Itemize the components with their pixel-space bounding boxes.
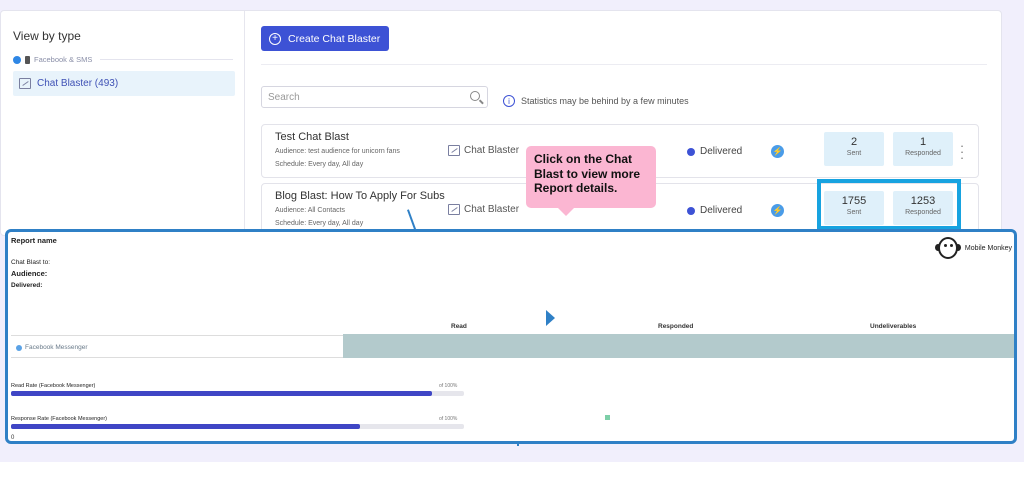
messenger-icon: ⚡ <box>771 145 784 158</box>
report-row-divider <box>11 357 343 358</box>
messenger-icon <box>16 344 22 351</box>
phone-icon <box>25 55 30 64</box>
monkey-eye-left <box>943 244 947 247</box>
column-header-undeliverables: Undeliverables <box>870 323 917 330</box>
blast-type-label: Chat Blaster <box>464 204 520 215</box>
read-rate-bar <box>11 391 464 396</box>
info-icon: i <box>503 95 515 107</box>
callout-tail <box>558 208 574 216</box>
sidebar-item-label: Chat Blaster (493) <box>37 78 119 89</box>
brand-logo: Mobile Monkey <box>934 235 1012 261</box>
sidebar-title: View by type <box>13 29 81 43</box>
statistics-notice-text: Statistics may be behind by a few minute… <box>521 96 689 106</box>
blast-type: Chat Blaster <box>448 145 519 156</box>
messenger-icon <box>13 55 21 64</box>
status-dot-icon <box>687 206 695 215</box>
blast-title: Test Chat Blast <box>275 131 349 143</box>
sidebar: View by type Facebook & SMS Chat Blaster… <box>1 11 245 237</box>
response-rate-of: of 100% <box>439 416 458 422</box>
blast-type: Chat Blaster <box>448 204 519 215</box>
search-input[interactable]: Search <box>261 86 488 108</box>
status-label: Delivered <box>700 146 743 157</box>
plus-circle-icon: + <box>269 32 281 45</box>
sent-label: Sent <box>846 150 862 157</box>
search-placeholder: Search <box>268 91 300 103</box>
chat-blaster-icon <box>19 78 31 89</box>
blast-status: Delivered <box>687 205 742 216</box>
responded-count: 1 <box>919 136 927 148</box>
blast-audience: Audience: test audience for unicorn fans <box>275 148 400 155</box>
blast-status: Delivered <box>687 146 742 157</box>
report-panel: Report name Chat Blast to: Audience: Del… <box>5 229 1017 444</box>
report-name-label: Report name <box>11 236 57 245</box>
report-footer-value: 0 <box>11 435 15 441</box>
chat-blaster-icon <box>448 204 460 215</box>
report-row-divider <box>11 335 343 336</box>
response-rate-bar-fill <box>11 424 360 429</box>
response-rate-bar <box>11 424 464 429</box>
chat-blaster-icon <box>448 145 460 156</box>
annotation-callout: Click on the Chat Blast to view more Rep… <box>526 146 656 208</box>
create-button-label: Create Chat Blaster <box>288 32 381 45</box>
blast-schedule: Schedule: Every day, All day <box>275 220 364 227</box>
more-options-icon[interactable]: · · · <box>959 139 965 164</box>
brand-name: Mobile Monkey <box>964 244 1012 252</box>
messenger-icon: ⚡ <box>771 204 784 217</box>
blast-type-label: Chat Blaster <box>464 145 520 156</box>
statistics-notice: i Statistics may be behind by a few minu… <box>503 95 689 107</box>
column-header-read: Read <box>451 323 467 330</box>
search-icon[interactable] <box>470 91 480 101</box>
sent-count: 2 <box>850 136 858 148</box>
status-label: Delivered <box>700 205 743 216</box>
report-audience-label: Audience: <box>11 269 48 278</box>
stats-highlight-box <box>817 179 961 230</box>
blast-title: Blog Blast: How To Apply For Subs <box>275 190 445 202</box>
chart-marker <box>605 415 610 420</box>
sent-stat: 2 Sent <box>824 132 884 166</box>
create-chat-blaster-button[interactable]: + Create Chat Blaster <box>261 26 389 51</box>
platform-label: Facebook Messenger <box>25 344 88 351</box>
monkey-logo-icon <box>934 235 961 261</box>
header-divider <box>261 64 987 65</box>
play-pointer-icon <box>546 310 555 326</box>
report-blast-to-label: Chat Blast to: <box>11 259 51 266</box>
read-rate-label: Read Rate (Facebook Messenger) <box>11 383 96 389</box>
sidebar-section-label: Facebook & SMS <box>34 55 93 64</box>
responded-stat: 1 Responded <box>893 132 953 166</box>
responded-label: Responded <box>905 150 941 157</box>
report-bottom-tick <box>517 442 519 446</box>
column-header-responded: Responded <box>658 323 694 330</box>
monkey-eye-right <box>949 244 953 247</box>
read-rate-of: of 100% <box>439 383 458 389</box>
blast-audience: Audience: All Contacts <box>275 207 346 214</box>
platform-row: Facebook Messenger <box>16 344 88 351</box>
monkey-face <box>937 237 958 259</box>
read-rate-bar-fill <box>11 391 433 396</box>
blast-schedule: Schedule: Every day, All day <box>275 161 364 168</box>
response-rate-label: Response Rate (Facebook Messenger) <box>11 416 107 422</box>
report-delivered-label: Delivered: <box>11 282 43 289</box>
sidebar-item-chat-blaster[interactable]: Chat Blaster (493) <box>13 71 235 96</box>
status-dot-icon <box>687 147 695 156</box>
platform-data-band <box>343 334 1014 358</box>
section-divider <box>100 59 233 60</box>
sidebar-section-header: Facebook & SMS <box>13 55 233 64</box>
